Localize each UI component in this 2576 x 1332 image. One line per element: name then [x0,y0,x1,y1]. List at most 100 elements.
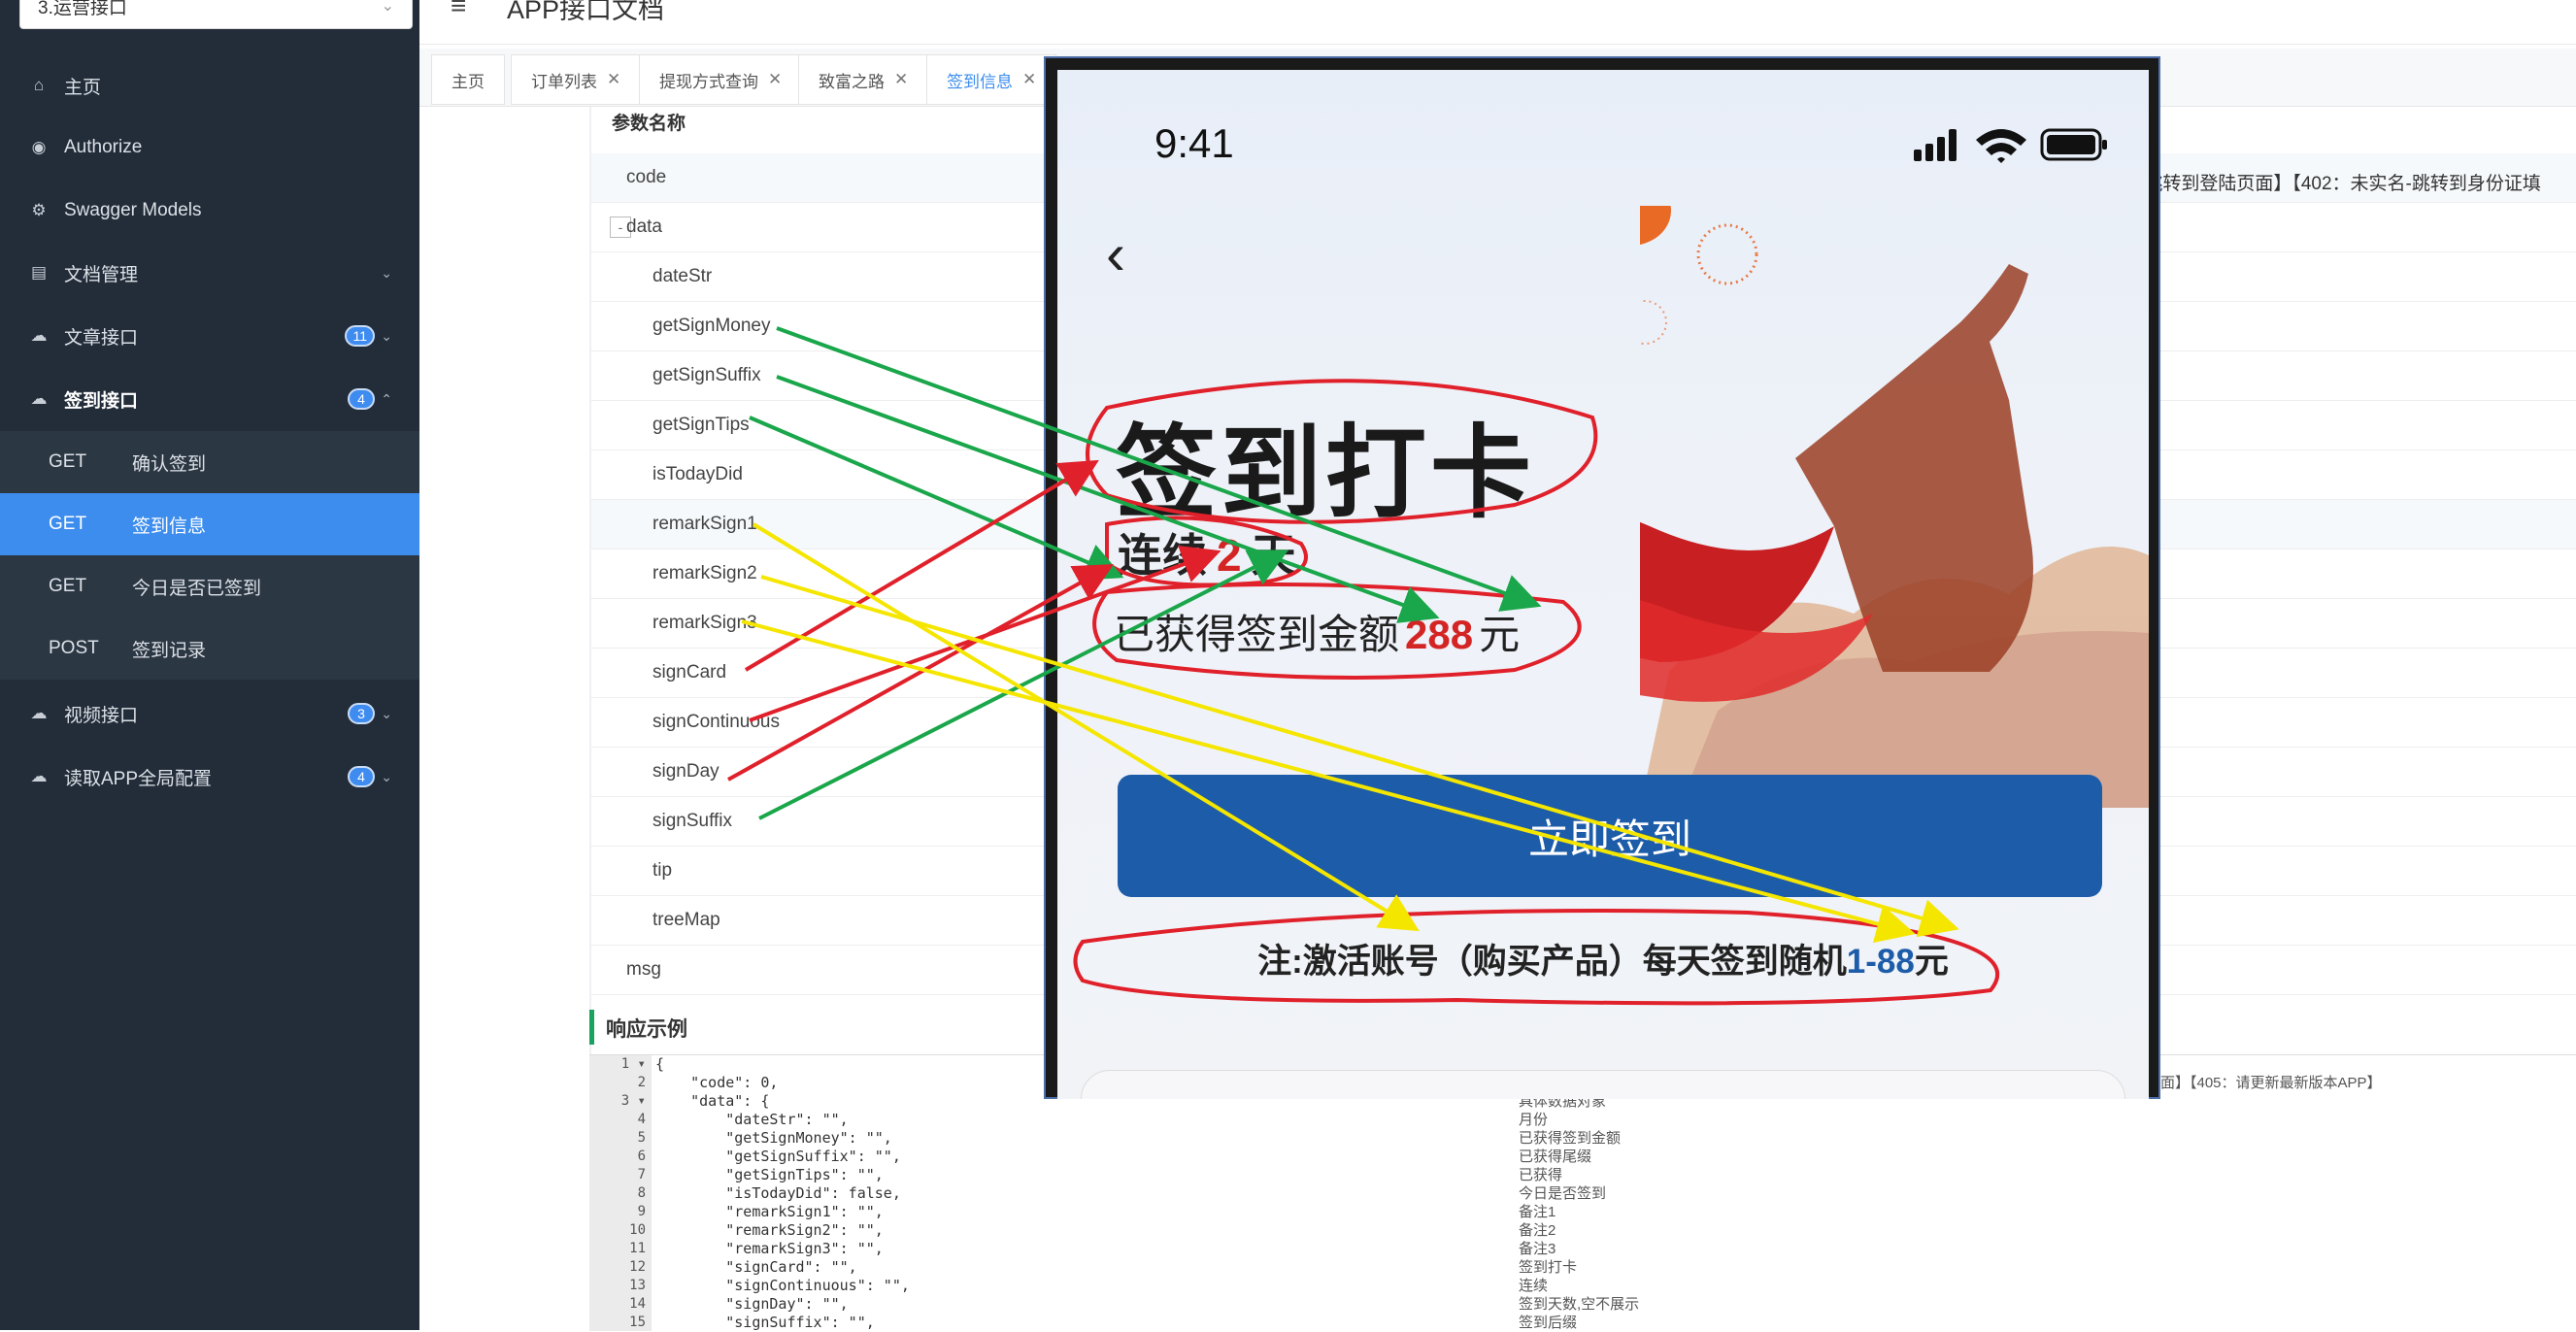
tab-home[interactable]: 主页 [431,54,505,105]
close-icon[interactable]: ✕ [768,70,782,89]
sidebar-item-label: 读取APP全局配置 [64,768,213,789]
line-number: 8 [637,1185,646,1201]
code-line: "getSignMoney": "", [655,1129,892,1147]
sidebar-item-video-api[interactable]: ☁ 视频接口 3 ⌄ [0,683,419,745]
sidebar: 3.运营接口 ⌄ ⌂ 主页 ◉ Authorize ⚙ Swagger Mode… [0,0,419,1330]
streak-prefix: 连续 [1118,530,1207,581]
code-line: "getSignTips": "", [655,1166,884,1183]
code-line: "dateStr": "", [655,1111,849,1128]
sidebar-item-swagger-models[interactable]: ⚙ Swagger Models [0,180,419,242]
param-name: dateStr [652,266,713,286]
tab-sign-info[interactable]: 签到信息 ✕ [926,54,1057,105]
field-description: 备注3 [1519,1241,1556,1257]
endpoint-name: 签到记录 [132,640,207,661]
sidebar-item-sign-api[interactable]: ☁ 签到接口 4 ⌃ [0,368,419,430]
chevron-down-icon: ⌄ [381,327,392,344]
count-badge: 4 [348,766,375,787]
sub-item-today-signed[interactable]: GET 今日是否已签到 [0,555,419,617]
festive-illustration [1640,206,2149,808]
lock-icon: ◉ [31,138,47,156]
close-icon[interactable]: ✕ [607,70,620,89]
code-line: "remarkSign3": "", [655,1240,884,1257]
field-description: 连续 [1519,1278,1549,1294]
sidebar-item-label: 主页 [64,77,102,98]
note-prefix: 注:激活账号（购买产品）每天签到随机 [1257,943,1847,981]
code-line: { [655,1055,665,1073]
endpoint-name: 确认签到 [132,453,207,475]
tab-label: 订单列表 [531,72,597,91]
param-name: signCard [652,662,727,683]
tab-order-list[interactable]: 订单列表 ✕ [511,54,642,105]
code-line: "remarkSign1": "", [655,1203,884,1220]
code-line: "remarkSign2": "", [655,1221,884,1239]
cloud-icon: ☁ [30,389,48,408]
group-select-value: 3.运营接口 [38,0,127,18]
http-method: GET [49,514,87,534]
sub-item-sign-records[interactable]: POST 签到记录 [0,617,419,680]
field-description: 已获得 [1519,1167,1563,1183]
status-time: 9:41 [1154,120,1234,166]
tab-wealth-road[interactable]: 致富之路 ✕ [798,54,929,105]
status-bar-icons [1914,128,2107,163]
menu-toggle-icon[interactable]: ≡ [451,0,466,21]
endpoint-name: 签到信息 [132,516,207,537]
code-line: "getSignSuffix": "", [655,1148,901,1165]
document-icon: ▤ [30,263,48,282]
param-name: remarkSign3 [652,613,757,633]
field-description: 签到天数,空不展示 [1519,1296,1640,1313]
sidebar-item-home[interactable]: ⌂ 主页 [0,54,419,117]
sign-now-button[interactable]: 立即签到 [1118,775,2102,897]
param-name: signDay [652,761,719,782]
group-select[interactable]: 3.运营接口 ⌄ [19,0,413,29]
sub-item-sign-info[interactable]: GET 签到信息 [0,493,419,555]
param-name: signSuffix [652,811,733,831]
gear-icon: ⚙ [31,201,47,219]
field-description: 已获得尾缀 [1519,1149,1592,1165]
code-line: "isTodayDid": false, [655,1184,901,1202]
field-description: 已获得签到金额 [1519,1130,1622,1147]
code-line: "signCard": "", [655,1258,857,1276]
chevron-down-icon: ⌄ [381,768,392,784]
tab-label: 致富之路 [819,72,885,91]
chevron-down-icon: ⌄ [381,705,392,721]
cloud-icon: ☁ [30,767,48,785]
sidebar-item-label: 签到接口 [64,390,139,412]
tab-label: 主页 [452,72,485,91]
http-method: POST [49,638,99,658]
sidebar-item-doc-management[interactable]: ▤ 文档管理 ⌄ [0,242,419,304]
code-description: -跳转到登陆页面】【402：未实名-跳转到身份证填 [2138,174,2541,194]
line-number: 3 ▾ [620,1093,646,1109]
field-description: 备注1 [1519,1204,1556,1220]
line-number: 7 [637,1167,646,1182]
back-arrow-icon[interactable]: ‹ [1106,225,1125,283]
code-line: "signContinuous": "", [655,1277,910,1294]
count-badge: 4 [348,388,375,410]
sub-item-confirm-sign[interactable]: GET 确认签到 [0,431,419,493]
streak-text: 连续 2 天 [1118,520,1296,584]
note-range: 1-88 [1846,943,1915,981]
tab-withdraw-query[interactable]: 提现方式查询 ✕ [639,54,803,105]
line-number: 14 [629,1296,646,1312]
param-name: getSignTips [652,415,750,435]
sidebar-item-authorize[interactable]: ◉ Authorize [0,117,419,179]
sidebar-item-article-api[interactable]: ☁ 文章接口 11 ⌄ [0,305,419,367]
response-example-title: 响应示例 [606,1018,687,1041]
http-method: GET [49,451,87,472]
close-icon[interactable]: ✕ [894,70,908,89]
sidebar-item-app-config[interactable]: ☁ 读取APP全局配置 4 ⌄ [0,746,419,808]
sidebar-item-label: 文档管理 [64,264,139,285]
earned-text: 已获得签到金额 288 元 [1114,602,1520,661]
line-gutter: 1 ▾ 2 3 ▾ 4 5 6 7 8 9 10 11 12 13 14 15 [589,1055,652,1331]
close-icon[interactable]: ✕ [1022,70,1036,89]
wifi-icon [1976,129,2026,163]
sidebar-item-label: Authorize [64,137,143,157]
cloud-icon: ☁ [30,704,48,722]
line-number: 5 [637,1130,646,1146]
line-number: 11 [629,1241,646,1256]
reward-note: 注:激活账号（购买产品）每天签到随机1-88元 [1057,934,2149,983]
count-badge: 3 [348,703,375,724]
field-description: 签到打卡 [1519,1259,1578,1276]
param-name: signContinuous [652,712,780,732]
param-column-header: 参数名称 [612,114,686,134]
param-name: isTodayDid [652,464,743,484]
